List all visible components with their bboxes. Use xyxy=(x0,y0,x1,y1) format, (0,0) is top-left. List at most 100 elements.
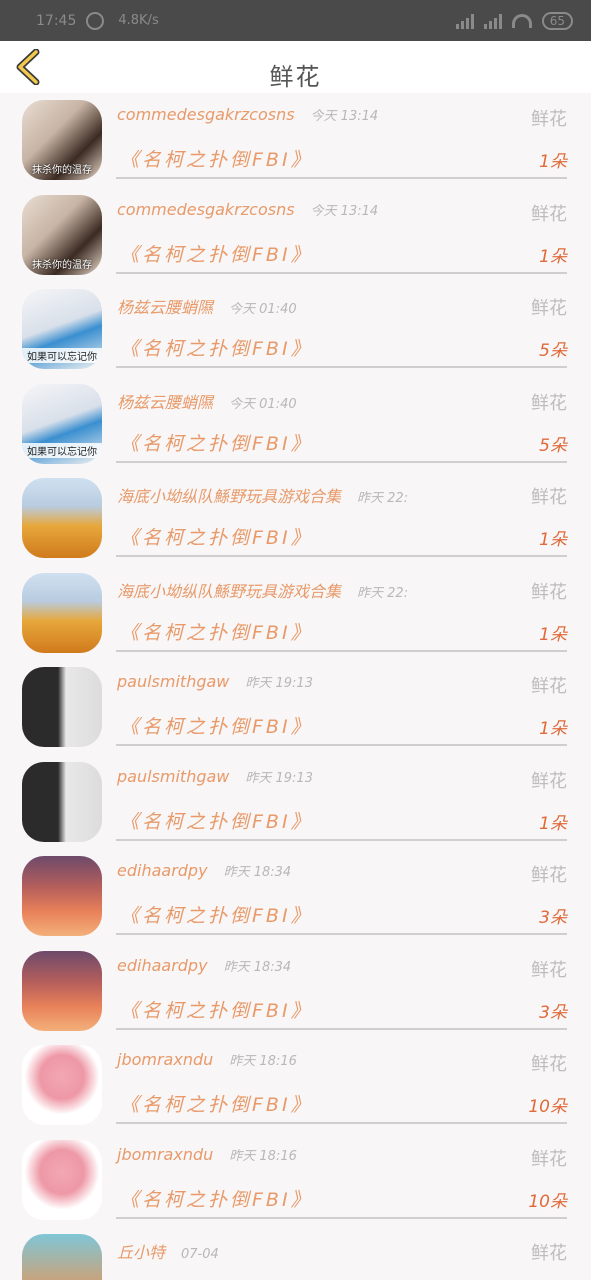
gift-count: 10朵 xyxy=(528,1097,567,1117)
avatar[interactable] xyxy=(22,761,102,842)
work-title[interactable]: 《名柯之扑倒FBI》 xyxy=(120,1185,313,1212)
sent-time: 昨天 19:13 xyxy=(245,676,313,691)
list-item[interactable]: edihaardpy 昨天 18:34 鲜花 《名柯之扑倒FBI》 3朵 xyxy=(0,849,591,944)
sender-name[interactable]: 杨兹云腰蛸隰 xyxy=(117,298,213,317)
gift-count: 1朵 xyxy=(539,152,567,172)
work-title[interactable]: 《名柯之扑倒FBI》 xyxy=(120,429,313,456)
avatar[interactable] xyxy=(22,667,102,747)
work-title[interactable]: 《名柯之扑倒FBI》 xyxy=(120,240,313,267)
sent-time: 今天 01:40 xyxy=(229,302,297,317)
work-title[interactable]: 《名柯之扑倒FBI》 xyxy=(120,523,313,550)
battery-icon: 65 xyxy=(541,11,573,30)
sender-name[interactable]: edihaardpy xyxy=(117,861,208,880)
gift-type: 鲜花 xyxy=(531,676,567,697)
divider xyxy=(116,271,567,274)
divider xyxy=(116,649,567,652)
gift-type: 鲜花 xyxy=(531,959,567,981)
avatar[interactable] xyxy=(22,572,102,653)
list-item[interactable]: 抹杀你的温存 commedesgakrzcosns 今天 13:14 鲜花 《名柯… xyxy=(0,93,591,188)
list-item[interactable]: 海底小坳纵队鯀野玩具游戏合集 昨天 22: 鲜花 《名柯之扑倒FBI》 1朵 xyxy=(0,566,591,661)
list-item[interactable]: paulsmithgaw 昨天 19:13 鲜花 《名柯之扑倒FBI》 1朵 xyxy=(0,755,591,850)
divider xyxy=(116,838,567,841)
page-title: 鲜花 xyxy=(269,63,322,91)
work-title[interactable]: 《名柯之扑倒FBI》 xyxy=(120,145,313,172)
sender-name[interactable]: jbomraxndu xyxy=(117,1050,213,1069)
divider xyxy=(116,744,567,746)
sender-name[interactable]: 丘小特 xyxy=(117,1243,165,1262)
sent-time: 昨天 22: xyxy=(357,491,409,506)
sent-time: 今天 01:40 xyxy=(229,396,297,412)
gift-type: 鲜花 xyxy=(531,1243,567,1264)
avatar[interactable] xyxy=(22,478,102,558)
avatar[interactable] xyxy=(22,1045,102,1125)
sender-name[interactable]: commedesgakrzcosns xyxy=(117,105,295,124)
gift-count: 1朵 xyxy=(539,719,567,739)
list-item[interactable]: jbomraxndu 昨天 18:16 鲜花 《名柯之扑倒FBI》 10朵 xyxy=(0,1133,591,1228)
header: 鲜花 xyxy=(0,41,591,93)
gift-type: 鲜花 xyxy=(531,487,567,508)
gift-type: 鲜花 xyxy=(531,109,567,130)
divider xyxy=(116,177,567,179)
alarm-icon xyxy=(86,11,105,30)
avatar-caption: 如果可以忘记你 xyxy=(22,348,102,363)
sender-name[interactable]: commedesgakrzcosns xyxy=(117,200,295,219)
gift-count: 5朵 xyxy=(539,435,567,456)
list-item[interactable]: 丘小特 07-04 鲜花 xyxy=(0,1227,591,1280)
sender-name[interactable]: jbomraxndu xyxy=(117,1145,213,1164)
gift-count: 1朵 xyxy=(539,813,567,834)
sent-time: 07-04 xyxy=(181,1247,219,1262)
sender-name[interactable]: 杨兹云腰蛸隰 xyxy=(117,393,213,412)
sent-time: 昨天 22: xyxy=(357,585,409,601)
work-title[interactable]: 《名柯之扑倒FBI》 xyxy=(120,618,313,645)
avatar[interactable]: 抹杀你的温存 xyxy=(22,194,102,275)
work-title[interactable]: 《名柯之扑倒FBI》 xyxy=(120,1090,313,1117)
avatar[interactable]: 如果可以忘记你 xyxy=(22,383,102,464)
divider xyxy=(116,1216,567,1219)
list-item[interactable]: jbomraxndu 昨天 18:16 鲜花 《名柯之扑倒FBI》 10朵 xyxy=(0,1038,591,1133)
gift-type: 鲜花 xyxy=(531,1054,567,1075)
list-item[interactable]: 如果可以忘记你 杨兹云腰蛸隰 今天 01:40 鲜花 《名柯之扑倒FBI》 5朵 xyxy=(0,377,591,472)
sender-name[interactable]: 海底小坳纵队鯀野玩具游戏合集 xyxy=(117,582,341,601)
gift-type: 鲜花 xyxy=(531,298,567,319)
divider xyxy=(116,460,567,463)
status-time: 17:45 xyxy=(36,12,77,29)
gift-type: 鲜花 xyxy=(531,865,567,886)
sent-time: 今天 13:14 xyxy=(310,109,379,124)
list-item[interactable]: paulsmithgaw 昨天 19:13 鲜花 《名柯之扑倒FBI》 1朵 xyxy=(0,660,591,755)
gift-type: 鲜花 xyxy=(531,203,567,225)
divider xyxy=(116,1027,567,1030)
work-title[interactable]: 《名柯之扑倒FBI》 xyxy=(120,901,313,928)
gift-count: 1朵 xyxy=(539,624,567,645)
work-title[interactable]: 《名柯之扑倒FBI》 xyxy=(120,334,313,361)
avatar[interactable]: 如果可以忘记你 xyxy=(22,289,102,369)
gift-list: 抹杀你的温存 commedesgakrzcosns 今天 13:14 鲜花 《名柯… xyxy=(0,93,591,1280)
sender-name[interactable]: 海底小坳纵队鯀野玩具游戏合集 xyxy=(117,487,341,506)
sent-time: 今天 13:14 xyxy=(310,203,379,219)
work-title[interactable]: 《名柯之扑倒FBI》 xyxy=(120,712,313,739)
avatar[interactable] xyxy=(22,950,102,1031)
avatar[interactable] xyxy=(22,856,102,936)
avatar[interactable] xyxy=(22,1139,102,1220)
sender-name[interactable]: edihaardpy xyxy=(117,956,208,975)
sender-name[interactable]: paulsmithgaw xyxy=(117,767,229,786)
list-item[interactable]: 海底小坳纵队鯀野玩具游戏合集 昨天 22: 鲜花 《名柯之扑倒FBI》 1朵 xyxy=(0,471,591,566)
divider xyxy=(116,933,567,935)
network-speed: 4.8K/s xyxy=(118,13,159,28)
avatar[interactable] xyxy=(22,1234,102,1280)
wifi-icon xyxy=(511,13,532,28)
sent-time: 昨天 18:34 xyxy=(223,865,292,880)
gift-count: 3朵 xyxy=(539,1002,567,1023)
work-title[interactable]: 《名柯之扑倒FBI》 xyxy=(120,807,313,834)
sender-name[interactable]: paulsmithgaw xyxy=(117,672,229,691)
status-bar: 17:45 4.8K/s 65 xyxy=(0,0,591,41)
gift-count: 1朵 xyxy=(539,246,567,267)
list-item[interactable]: 抹杀你的温存 commedesgakrzcosns 今天 13:14 鲜花 《名柯… xyxy=(0,188,591,283)
work-title[interactable]: 《名柯之扑倒FBI》 xyxy=(120,996,313,1023)
divider xyxy=(116,555,567,557)
gift-count: 5朵 xyxy=(539,341,567,361)
avatar[interactable]: 抹杀你的温存 xyxy=(22,100,102,180)
gift-count: 1朵 xyxy=(539,530,567,550)
list-item[interactable]: 如果可以忘记你 杨兹云腰蛸隰 今天 01:40 鲜花 《名柯之扑倒FBI》 5朵 xyxy=(0,282,591,377)
gift-type: 鲜花 xyxy=(531,581,567,603)
list-item[interactable]: edihaardpy 昨天 18:34 鲜花 《名柯之扑倒FBI》 3朵 xyxy=(0,944,591,1039)
